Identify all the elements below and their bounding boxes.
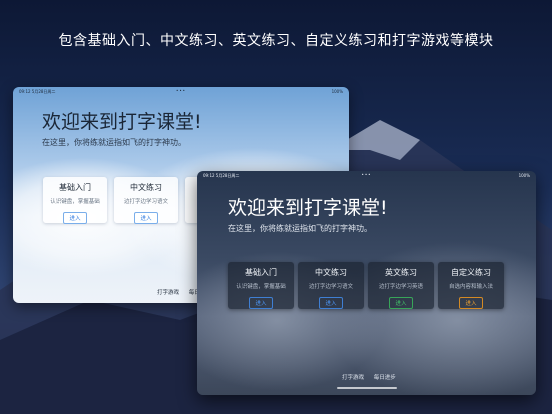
welcome-subtitle: 在这里，你将练就运指如飞的打字神功。 — [228, 224, 372, 233]
card-desc: 自选内容和输入法 — [448, 284, 493, 290]
card-desc: 认识键盘，掌握基础 — [50, 199, 100, 205]
home-indicator — [337, 387, 397, 389]
status-bar: 09:12 5月28日周二 ••• 100% — [197, 171, 536, 180]
footer-links: 打字游戏 每日进步 — [342, 373, 404, 381]
card-basic[interactable]: 基础入门 认识键盘，掌握基础 进入 — [43, 177, 107, 224]
status-bar: 09:12 5月28日周二 ••• 100% — [13, 87, 349, 96]
card-desc: 认识键盘，掌握基础 — [236, 284, 286, 290]
card-title: 中文练习 — [130, 183, 162, 192]
enter-button[interactable]: 进入 — [249, 297, 273, 309]
footer-link-progress[interactable]: 每日进步 — [374, 375, 396, 381]
enter-button[interactable]: 进入 — [319, 297, 343, 309]
card-desc: 边打字边学习语文 — [123, 199, 168, 205]
enter-button[interactable]: 进入 — [389, 297, 413, 309]
card-desc: 边打字边学习语文 — [308, 284, 353, 290]
card-title: 英文练习 — [385, 268, 417, 277]
card-title: 基础入门 — [245, 268, 277, 277]
multitask-dots-icon: ••• — [175, 88, 187, 93]
status-time: 09:12 5月28日周二 — [203, 173, 240, 178]
card-custom[interactable]: 自定义练习 自选内容和输入法 进入 — [438, 262, 504, 309]
card-chinese[interactable]: 中文练习 边打字边学习语文 进入 — [298, 262, 364, 309]
card-english[interactable]: 英文练习 边打字边学习英语 进入 — [368, 262, 434, 309]
promo-banner: 包含基础入门、中文练习、英文练习、自定义练习和打字游戏等模块 — [58, 33, 494, 49]
card-title: 中文练习 — [315, 268, 347, 277]
footer-link-game[interactable]: 打字游戏 — [157, 290, 179, 296]
card-title: 基础入门 — [59, 183, 91, 192]
dark-theme-screen: 09:12 5月28日周二 ••• 100% 欢迎来到打字课堂! 在这里，你将练… — [197, 171, 536, 395]
multitask-dots-icon: ••• — [361, 172, 372, 177]
enter-button[interactable]: 进入 — [63, 212, 87, 224]
welcome-title: 欢迎来到打字课堂! — [228, 197, 388, 219]
welcome-title: 欢迎来到打字课堂! — [42, 111, 202, 133]
status-battery: 100% — [331, 89, 343, 94]
enter-button[interactable]: 进入 — [459, 297, 483, 309]
welcome-subtitle: 在这里，你将练就运指如飞的打字神功。 — [42, 138, 186, 147]
status-battery: 100% — [518, 173, 530, 178]
footer-link-game[interactable]: 打字游戏 — [342, 375, 364, 381]
enter-button[interactable]: 进入 — [134, 212, 158, 224]
card-desc: 边打字边学习英语 — [378, 284, 423, 290]
card-basic[interactable]: 基础入门 认识键盘，掌握基础 进入 — [228, 262, 294, 309]
card-chinese[interactable]: 中文练习 边打字边学习语文 进入 — [114, 177, 178, 224]
card-title: 自定义练习 — [451, 268, 491, 277]
status-time: 09:12 5月28日周二 — [19, 89, 56, 94]
